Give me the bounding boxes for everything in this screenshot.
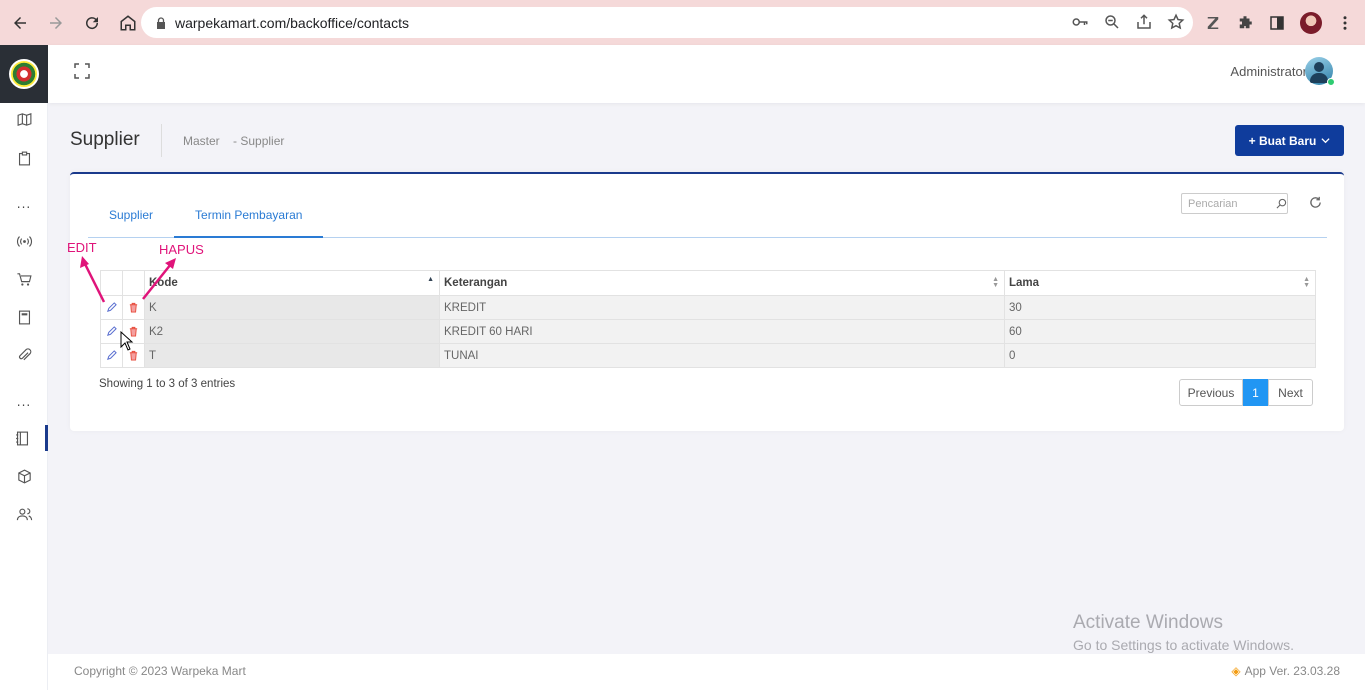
hapus-arrow	[142, 263, 172, 300]
hapus-annotation: HAPUS	[159, 242, 204, 257]
app-version-text: App Ver. 23.03.28	[1244, 664, 1340, 678]
edit-annotation: EDIT	[67, 240, 97, 255]
activate-windows-title: Activate Windows	[1073, 612, 1223, 633]
app-version: ◈ App Ver. 23.03.28	[1231, 664, 1340, 678]
annotation-arrows	[80, 256, 176, 303]
hapus-arrowhead	[165, 258, 176, 269]
edit-arrow	[82, 261, 106, 303]
edit-arrowhead	[80, 256, 89, 268]
footer: Copyright © 2023 Warpeka Mart ◈ App Ver. …	[48, 654, 1365, 690]
copyright-text: Copyright © 2023 Warpeka Mart	[74, 664, 246, 678]
layers-icon: ◈	[1231, 664, 1241, 678]
activate-windows-subtitle: Go to Settings to activate Windows.	[1073, 637, 1294, 653]
mouse-cursor-icon	[120, 331, 134, 351]
